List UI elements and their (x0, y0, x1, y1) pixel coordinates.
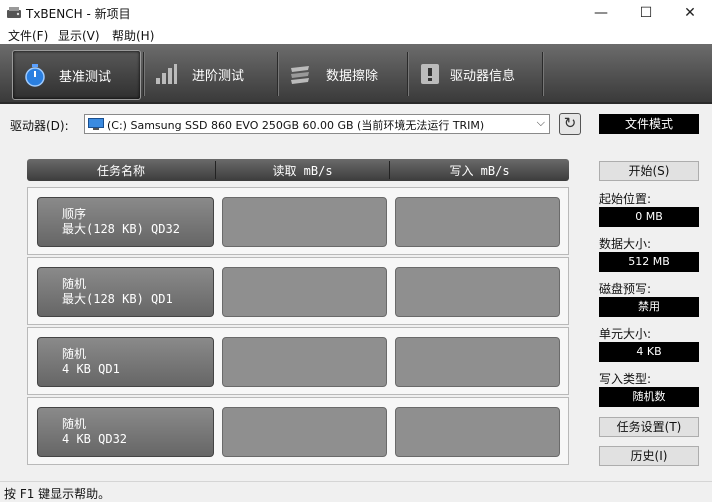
benchmark-row-seq-q32: 顺序 最大(128 KB) QD32 (27, 187, 569, 255)
write-result (395, 337, 560, 387)
drive-icon (7, 7, 21, 18)
task-params: 4 KB QD32 (62, 432, 128, 446)
unit-size-value[interactable]: 4 KB (599, 342, 699, 362)
toolbar-divider (407, 52, 409, 96)
task-settings-button[interactable]: 任务设置(T) (599, 417, 699, 437)
stopwatch-icon (25, 64, 45, 87)
toolbar-divider (542, 52, 544, 96)
start-position-label: 起始位置: (599, 192, 652, 206)
title-bar: TxBENCH - 新项目 — ☐ ✕ (0, 0, 712, 26)
menu-file[interactable]: 文件(F) (8, 27, 48, 44)
tab-benchmark[interactable]: 基准测试 (12, 50, 141, 100)
minimize-button[interactable]: — (578, 0, 624, 26)
window-title: TxBENCH - 新项目 (26, 7, 131, 21)
chevron-down-icon: ⌵ (536, 116, 545, 129)
task-params: 最大(128 KB) QD32 (62, 222, 180, 236)
benchmark-row-rand-4k-q32: 随机 4 KB QD32 (27, 397, 569, 465)
write-type-label: 写入类型: (599, 372, 652, 386)
write-type-value[interactable]: 随机数 (599, 387, 699, 407)
eraser-icon (291, 66, 309, 84)
tab-erase-label: 数据擦除 (326, 69, 379, 84)
monitor-icon (88, 118, 104, 130)
write-result (395, 407, 560, 457)
precondition-label: 磁盘预写: (599, 282, 652, 296)
read-result (222, 267, 387, 317)
toolbar-divider (143, 52, 145, 96)
benchmark-row-rand-4k-q1: 随机 4 KB QD1 (27, 327, 569, 395)
start-position-value[interactable]: 0 MB (599, 207, 699, 227)
start-button[interactable]: 开始(S) (599, 161, 699, 181)
tab-advanced-label: 进阶测试 (192, 69, 245, 84)
unit-size-label: 单元大小: (599, 327, 652, 341)
tab-benchmark-label: 基准测试 (59, 70, 112, 85)
menu-view[interactable]: 显示(V) (58, 27, 100, 44)
close-button[interactable]: ✕ (667, 0, 712, 26)
drive-select[interactable]: (C:) Samsung SSD 860 EVO 250GB 60.00 GB … (84, 114, 550, 134)
bar-chart-icon (156, 64, 177, 84)
task-params: 最大(128 KB) QD1 (62, 292, 173, 306)
write-result (395, 197, 560, 247)
task-type: 随机 (62, 347, 87, 361)
header-read: 读取 mB/s (272, 164, 333, 178)
maximize-button[interactable]: ☐ (623, 0, 669, 26)
read-result (222, 337, 387, 387)
tab-advanced[interactable]: 进阶测试 (148, 50, 273, 98)
run-seq-q32-button[interactable]: 顺序 最大(128 KB) QD32 (37, 197, 214, 247)
task-params: 4 KB QD1 (62, 362, 120, 376)
results-header: 任务名称 读取 mB/s 写入 mB/s (27, 159, 569, 181)
header-task-name: 任务名称 (96, 164, 145, 178)
drive-info-icon (421, 64, 439, 84)
toolbar-divider (277, 52, 279, 96)
precondition-value[interactable]: 禁用 (599, 297, 699, 317)
drive-label: 驱动器(D): (10, 119, 69, 133)
refresh-icon: ↻ (563, 114, 577, 132)
refresh-button[interactable]: ↻ (559, 113, 581, 135)
run-rand-128k-q1-button[interactable]: 随机 最大(128 KB) QD1 (37, 267, 214, 317)
run-rand-4k-q1-button[interactable]: 随机 4 KB QD1 (37, 337, 214, 387)
file-mode-indicator[interactable]: 文件模式 (599, 114, 699, 134)
tab-drive-info[interactable]: 驱动器信息 (412, 50, 540, 98)
history-button[interactable]: 历史(I) (599, 446, 699, 466)
data-size-label: 数据大小: (599, 237, 652, 251)
toolbar: 基准测试 进阶测试 数据擦除 驱动器信息 (0, 44, 712, 104)
status-text: 按 F1 键显示帮助。 (4, 487, 111, 501)
status-bar: 按 F1 键显示帮助。 (0, 481, 712, 501)
task-type: 随机 (62, 417, 87, 431)
menu-help[interactable]: 帮助(H) (112, 27, 154, 44)
benchmark-row-rand-128k-q1: 随机 最大(128 KB) QD1 (27, 257, 569, 325)
header-write: 写入 mB/s (449, 164, 510, 178)
run-rand-4k-q32-button[interactable]: 随机 4 KB QD32 (37, 407, 214, 457)
menu-bar: 文件(F) 显示(V) 帮助(H) (0, 26, 712, 44)
drive-select-value: (C:) Samsung SSD 860 EVO 250GB 60.00 GB … (107, 119, 485, 132)
tab-drive-info-label: 驱动器信息 (450, 69, 516, 84)
read-result (222, 407, 387, 457)
tab-erase[interactable]: 数据擦除 (282, 50, 404, 98)
data-size-value[interactable]: 512 MB (599, 252, 699, 272)
task-type: 随机 (62, 277, 87, 291)
read-result (222, 197, 387, 247)
write-result (395, 267, 560, 317)
task-type: 顺序 (62, 207, 87, 221)
